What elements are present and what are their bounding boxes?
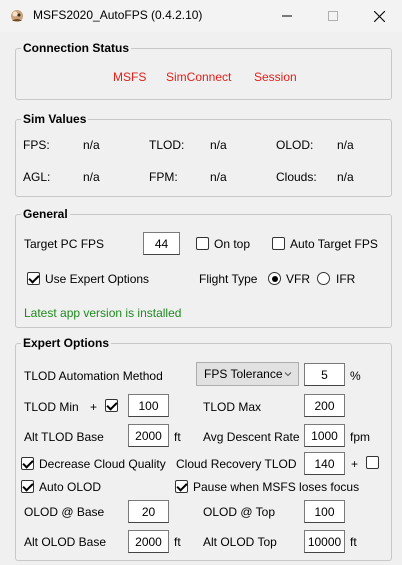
- tolerance-input[interactable]: 5: [304, 363, 345, 386]
- pause-on-focus-loss-label[interactable]: Pause when MSFS loses focus: [193, 480, 359, 494]
- olod-base-input[interactable]: 20: [128, 500, 169, 523]
- olod-top-input[interactable]: 100: [304, 500, 345, 523]
- sim-values-legend: Sim Values: [21, 112, 89, 126]
- decrease-cloud-quality-checkbox[interactable]: [21, 457, 34, 470]
- connection-status-group: Connection Status MSFS SimConnect Sessio…: [15, 41, 392, 100]
- agl-value: n/a: [83, 170, 100, 184]
- pause-on-focus-loss-checkbox[interactable]: [175, 480, 188, 493]
- tlod-min-label: TLOD Min: [24, 400, 79, 414]
- alt-olod-base-unit: ft: [174, 535, 181, 549]
- msfs-status: MSFS: [113, 70, 147, 84]
- tlod-automation-method-label: TLOD Automation Method: [24, 369, 163, 383]
- on-top-checkbox[interactable]: [196, 237, 209, 250]
- alt-tlod-base-unit: ft: [174, 430, 181, 444]
- alt-tlod-base-input[interactable]: 2000: [128, 424, 169, 447]
- cloud-recovery-tlod-input[interactable]: 140: [304, 452, 345, 475]
- tlod-min-plus: +: [90, 400, 98, 414]
- tlod-min-input[interactable]: 100: [128, 394, 169, 417]
- tlod-max-label: TLOD Max: [203, 400, 262, 414]
- alt-olod-base-label: Alt OLOD Base: [24, 535, 107, 549]
- agl-label: AGL:: [23, 170, 51, 184]
- alt-olod-top-input[interactable]: 10000: [304, 530, 345, 553]
- avg-descent-rate-label: Avg Descent Rate: [203, 430, 300, 444]
- fpm-label: FPM:: [149, 170, 178, 184]
- general-legend: General: [21, 207, 70, 221]
- minimize-button[interactable]: [264, 0, 310, 32]
- maximize-button[interactable]: [310, 0, 356, 32]
- expert-options-legend: Expert Options: [21, 336, 112, 350]
- flight-type-label: Flight Type: [199, 272, 258, 286]
- expert-options-group: Expert Options TLOD Automation Method FP…: [15, 336, 392, 561]
- simconnect-status: SimConnect: [166, 70, 232, 84]
- fps-label: FPS:: [23, 138, 50, 152]
- olod-top-label: OLOD @ Top: [203, 505, 275, 519]
- maximize-icon: [328, 11, 338, 21]
- close-button[interactable]: [356, 0, 402, 32]
- fpm-value: n/a: [210, 170, 227, 184]
- cloud-recovery-plus: +: [351, 457, 359, 471]
- minimize-icon: [282, 15, 292, 17]
- fps-value: n/a: [83, 138, 100, 152]
- session-status: Session: [254, 70, 297, 84]
- auto-olod-label[interactable]: Auto OLOD: [39, 480, 101, 494]
- sim-values-group: Sim Values FPS: n/a TLOD: n/a OLOD: n/a …: [15, 112, 392, 197]
- clouds-label: Clouds:: [276, 170, 317, 184]
- decrease-cloud-quality-label[interactable]: Decrease Cloud Quality: [39, 457, 166, 471]
- auto-target-fps-checkbox[interactable]: [272, 237, 285, 250]
- app-logo-icon: [11, 10, 23, 22]
- olod-base-label: OLOD @ Base: [24, 505, 105, 519]
- tlod-automation-method-dropdown[interactable]: FPS Tolerance: [196, 362, 299, 386]
- vfr-label[interactable]: VFR: [286, 272, 310, 286]
- title-bar[interactable]: MSFS2020_AutoFPS (0.4.2.10): [0, 0, 402, 32]
- ifr-radio[interactable]: [317, 272, 330, 285]
- avg-descent-rate-input[interactable]: 1000: [304, 424, 345, 447]
- tolerance-unit: %: [350, 369, 361, 383]
- tlod-label: TLOD:: [149, 138, 185, 152]
- alt-olod-top-label: Alt OLOD Top: [203, 535, 277, 549]
- tlod-max-input[interactable]: 200: [304, 394, 345, 417]
- cloud-recovery-plus-checkbox[interactable]: [366, 456, 379, 469]
- tlod-min-plus-checkbox[interactable]: [105, 399, 118, 412]
- alt-tlod-base-label: Alt TLOD Base: [24, 430, 104, 444]
- ifr-label[interactable]: IFR: [336, 272, 355, 286]
- auto-target-fps-label[interactable]: Auto Target FPS: [290, 237, 378, 251]
- on-top-label[interactable]: On top: [214, 237, 250, 251]
- use-expert-options-label[interactable]: Use Expert Options: [45, 272, 149, 286]
- chevron-down-icon: [284, 372, 292, 377]
- use-expert-options-checkbox[interactable]: [27, 272, 40, 285]
- target-fps-input[interactable]: 44: [143, 232, 180, 255]
- target-fps-label: Target PC FPS: [24, 237, 105, 251]
- close-icon: [373, 10, 385, 22]
- general-group: General Target PC FPS 44 On top Auto Tar…: [15, 207, 392, 328]
- window-title: MSFS2020_AutoFPS (0.4.2.10): [33, 8, 203, 22]
- alt-olod-top-unit: ft: [350, 535, 357, 549]
- tlod-value: n/a: [210, 138, 227, 152]
- version-status-message: Latest app version is installed: [24, 306, 182, 320]
- auto-olod-checkbox[interactable]: [21, 480, 34, 493]
- cloud-recovery-tlod-label: Cloud Recovery TLOD: [176, 457, 297, 471]
- alt-olod-base-input[interactable]: 2000: [128, 530, 169, 553]
- connection-status-legend: Connection Status: [21, 41, 132, 55]
- avg-descent-rate-unit: fpm: [350, 430, 371, 444]
- olod-label: OLOD:: [276, 138, 314, 152]
- clouds-value: n/a: [337, 170, 354, 184]
- vfr-radio[interactable]: [268, 272, 281, 285]
- olod-value: n/a: [337, 138, 354, 152]
- tlod-automation-method-value: FPS Tolerance: [204, 367, 283, 381]
